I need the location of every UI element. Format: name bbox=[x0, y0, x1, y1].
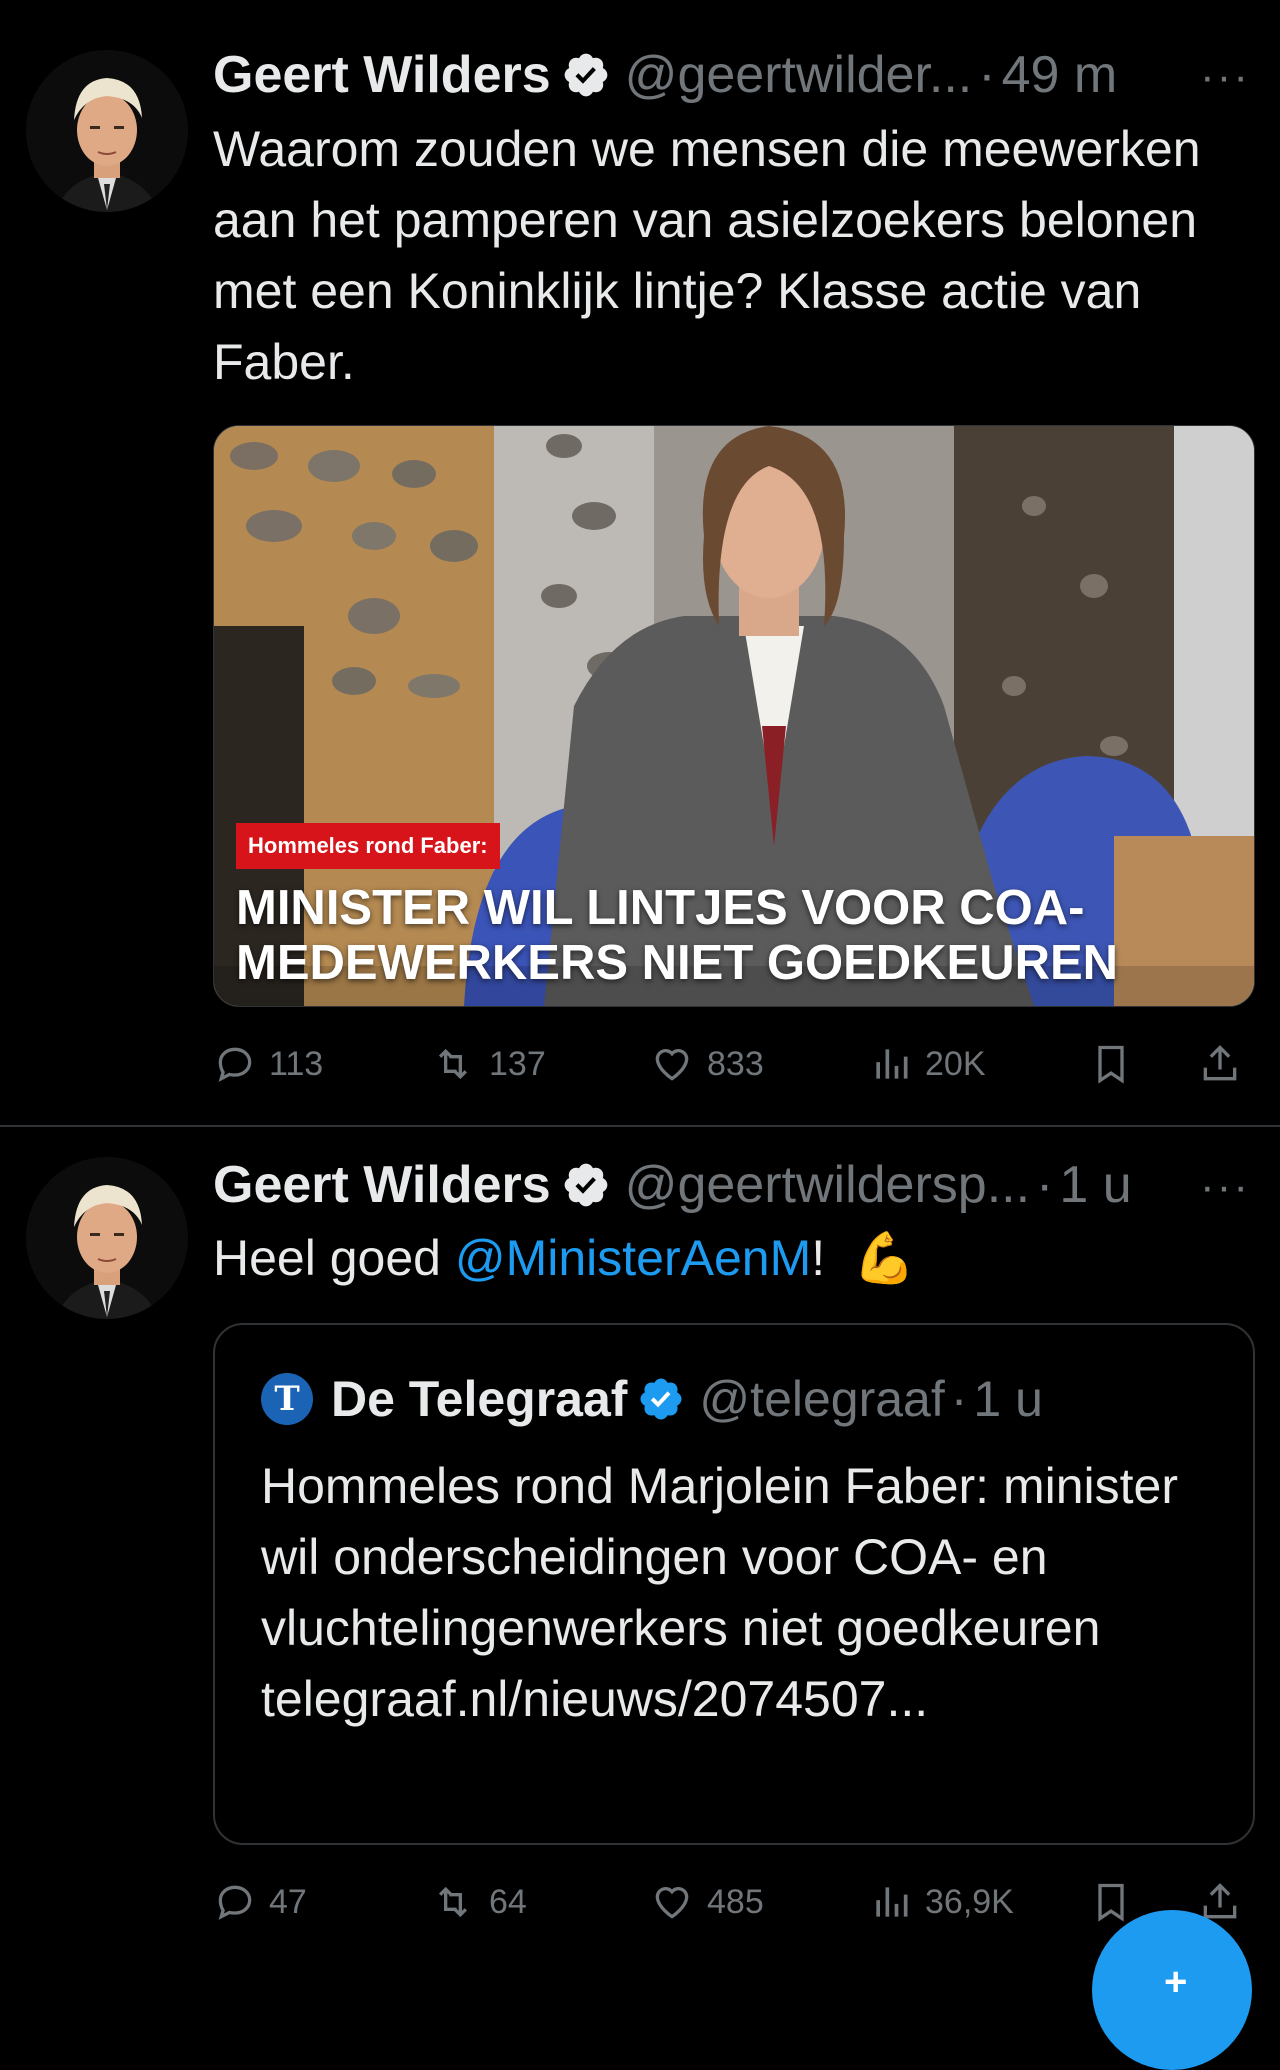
author-name[interactable]: Geert Wilders bbox=[213, 1155, 551, 1215]
tweet-2[interactable]: Geert Wilders @geertwildersp... · 1 u ··… bbox=[0, 1127, 1280, 1975]
views-icon bbox=[876, 1049, 908, 1079]
flexed-biceps-emoji: 💪 bbox=[853, 1230, 916, 1286]
repost-count: 137 bbox=[489, 1044, 546, 1083]
verified-badge-icon bbox=[561, 50, 611, 100]
bookmark-icon bbox=[1098, 1045, 1124, 1084]
more-icon[interactable]: ··· bbox=[1200, 52, 1250, 102]
reply-icon bbox=[218, 1885, 252, 1920]
repost-count: 64 bbox=[489, 1882, 527, 1921]
tweet-text: Heel goed @MinisterAenM! 💪 bbox=[213, 1223, 1223, 1294]
like-icon bbox=[655, 1049, 689, 1081]
quoted-tweet[interactable]: T De Telegraaf @telegraaf · 1 u Hommeles… bbox=[213, 1323, 1255, 1845]
separator-dot: · bbox=[950, 1371, 968, 1427]
like-button[interactable]: 833 bbox=[649, 1034, 764, 1094]
compose-icon: + bbox=[1164, 1960, 1188, 2004]
quoted-timestamp[interactable]: 1 u bbox=[973, 1370, 1043, 1428]
reply-button[interactable]: 113 bbox=[213, 1034, 323, 1094]
author-avatar[interactable] bbox=[26, 1157, 188, 1319]
more-icon[interactable]: ··· bbox=[1200, 1162, 1250, 1212]
quoted-tweet-header: T De Telegraaf @telegraaf · 1 u bbox=[261, 1369, 1043, 1429]
media-tag: Hommeles rond Faber: bbox=[236, 823, 500, 869]
share-button[interactable] bbox=[1198, 1034, 1254, 1094]
separator-dot: · bbox=[1036, 1156, 1054, 1214]
timestamp[interactable]: 1 u bbox=[1059, 1155, 1131, 1215]
author-handle[interactable]: @geertwildersp... bbox=[625, 1155, 1030, 1215]
like-icon bbox=[655, 1887, 689, 1919]
tweet-text-start: Heel goed bbox=[213, 1230, 455, 1286]
separator-dot: · bbox=[978, 46, 996, 104]
media-headline: MINISTER WIL LINTJES VOOR COA-MEDEWERKER… bbox=[236, 881, 1119, 990]
repost-button[interactable]: 137 bbox=[429, 1034, 546, 1094]
reply-count: 113 bbox=[269, 1044, 324, 1083]
repost-button[interactable]: 64 bbox=[429, 1872, 527, 1932]
tweet-text: Waarom zouden we mensen die meewerken aa… bbox=[213, 121, 1201, 390]
repost-icon bbox=[438, 1048, 468, 1080]
tweet-actions: 113 137 833 20K bbox=[213, 1034, 1253, 1094]
bookmark-icon bbox=[1098, 1883, 1124, 1922]
verified-badge-icon bbox=[637, 1375, 685, 1423]
reply-button[interactable]: 47 bbox=[213, 1872, 307, 1932]
compose-button[interactable]: + bbox=[1092, 1910, 1252, 2070]
mention-link[interactable]: @MinisterAenM bbox=[455, 1230, 811, 1286]
quoted-author-name[interactable]: De Telegraaf bbox=[331, 1370, 627, 1428]
share-icon bbox=[1203, 1045, 1237, 1081]
author-handle[interactable]: @geertwilder... bbox=[625, 45, 973, 105]
author-name[interactable]: Geert Wilders bbox=[213, 45, 551, 105]
like-count: 485 bbox=[707, 1882, 764, 1921]
quoted-tweet-text: Hommeles rond Marjolein Faber: minister … bbox=[261, 1458, 1178, 1727]
views-button[interactable]: 36,9K bbox=[869, 1872, 1014, 1932]
tweet-media[interactable]: Hommeles rond Faber: MINISTER WIL LINTJE… bbox=[213, 425, 1255, 1007]
quoted-author-handle[interactable]: @telegraaf bbox=[699, 1370, 944, 1428]
tweet-1[interactable]: Geert Wilders @geertwilder... · 49 m ···… bbox=[0, 0, 1280, 1126]
telegraaf-logo-icon: T bbox=[261, 1373, 313, 1425]
tweet-header: Geert Wilders @geertwilder... · 49 m bbox=[213, 45, 1117, 105]
views-count: 20K bbox=[925, 1044, 986, 1083]
timestamp[interactable]: 49 m bbox=[1002, 45, 1118, 105]
reply-count: 47 bbox=[269, 1882, 307, 1921]
like-button[interactable]: 485 bbox=[649, 1872, 764, 1932]
author-avatar[interactable] bbox=[26, 50, 188, 212]
like-count: 833 bbox=[707, 1044, 764, 1083]
bookmark-button[interactable] bbox=[1089, 1034, 1145, 1094]
verified-badge-icon bbox=[561, 1160, 611, 1210]
repost-icon bbox=[438, 1886, 468, 1918]
telegraaf-logo-letter: T bbox=[274, 1379, 300, 1419]
views-icon bbox=[876, 1887, 908, 1917]
tweet-text-end: ! bbox=[811, 1230, 826, 1286]
tweet-header: Geert Wilders @geertwildersp... · 1 u bbox=[213, 1155, 1132, 1215]
views-button[interactable]: 20K bbox=[869, 1034, 986, 1094]
tweet-actions: 47 64 485 36,9K bbox=[213, 1872, 1253, 1932]
views-count: 36,9K bbox=[925, 1882, 1014, 1921]
reply-icon bbox=[218, 1047, 252, 1082]
